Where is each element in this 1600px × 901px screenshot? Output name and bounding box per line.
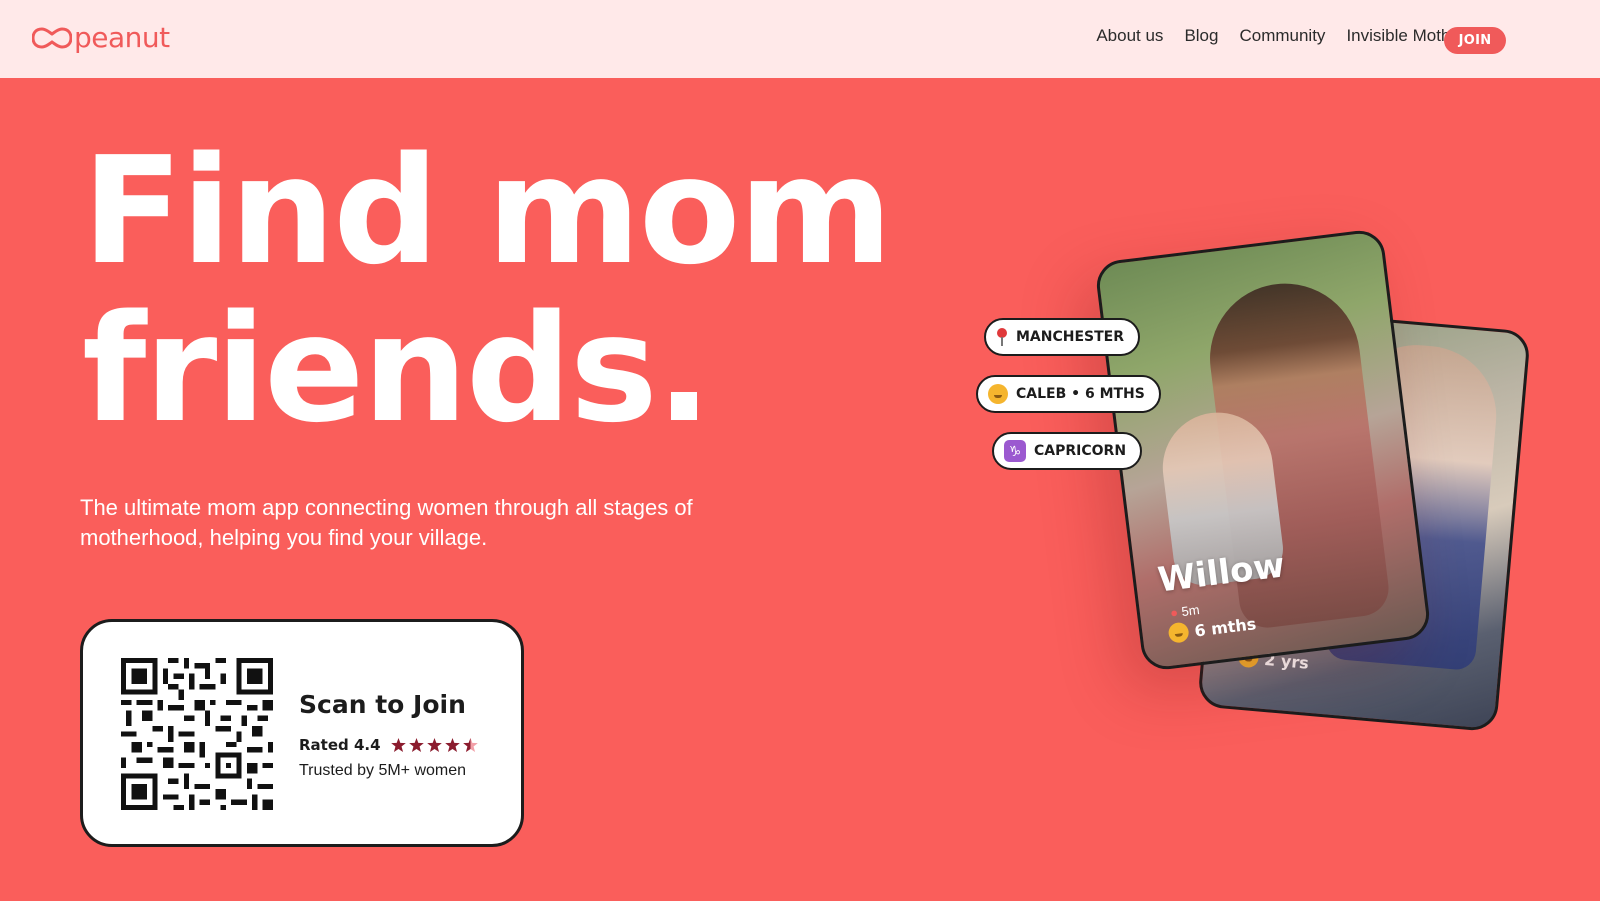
capricorn-icon: ♑ — [1004, 440, 1026, 462]
hero-title: Find mom friends. — [82, 125, 893, 455]
baby-emoji-icon — [1167, 621, 1190, 644]
hero-title-line-2: friends. — [82, 283, 712, 455]
trusted-by-text: Trusted by 5M+ women — [299, 762, 467, 779]
nav-blog[interactable]: Blog — [1184, 26, 1218, 46]
hero-title-line-1: Find mom — [82, 125, 893, 297]
star-icon — [408, 738, 424, 752]
brand-name: peanut — [74, 21, 170, 54]
tag-zodiac-label: CAPRICORN — [1034, 443, 1127, 459]
tag-child-label: CALEB • 6 MTHS — [1016, 386, 1145, 402]
peanut-logo-icon — [32, 27, 72, 49]
location-pin-icon — [996, 328, 1008, 346]
svg-text:♑: ♑ — [1009, 444, 1022, 460]
star-icon — [390, 738, 406, 752]
hero-subtitle: The ultimate mom app connecting women th… — [80, 495, 693, 550]
scan-to-join-title: Scan to Join — [299, 690, 466, 719]
tag-zodiac: ♑ CAPRICORN — [992, 432, 1143, 470]
tag-location: MANCHESTER — [984, 318, 1141, 356]
profile-card-front[interactable]: Willow ● 5m 6 mths — [1093, 227, 1433, 673]
tag-child: CALEB • 6 MTHS — [976, 375, 1161, 413]
tag-location-label: MANCHESTER — [1016, 329, 1125, 345]
baby-emoji-icon — [988, 384, 1008, 404]
peanut-logo[interactable]: peanut — [32, 24, 170, 52]
rating-label: Rated 4.4 — [299, 736, 381, 754]
site-header: peanut About us Blog Community Invisible… — [0, 0, 1600, 78]
rating-stars — [390, 738, 478, 752]
qr-join-card[interactable]: Scan to Join Rated 4.4 Trusted by 5M+ wo… — [80, 619, 524, 847]
main-nav: About us Blog Community Invisible Mother… — [1096, 26, 1474, 46]
qr-code-icon — [121, 658, 273, 810]
nav-community[interactable]: Community — [1239, 26, 1325, 46]
join-button[interactable]: JOIN — [1444, 27, 1506, 54]
star-icon — [444, 738, 460, 752]
half-star-icon — [462, 738, 478, 752]
rating-row: Rated 4.4 — [299, 736, 478, 754]
nav-about-us[interactable]: About us — [1096, 26, 1163, 46]
distance-label: 5m — [1180, 601, 1201, 620]
profile-distance: ● 5m — [1169, 602, 1200, 620]
star-icon — [426, 738, 442, 752]
child-age-label: 6 mths — [1193, 613, 1258, 641]
location-pin-icon: ● — [1169, 604, 1179, 621]
